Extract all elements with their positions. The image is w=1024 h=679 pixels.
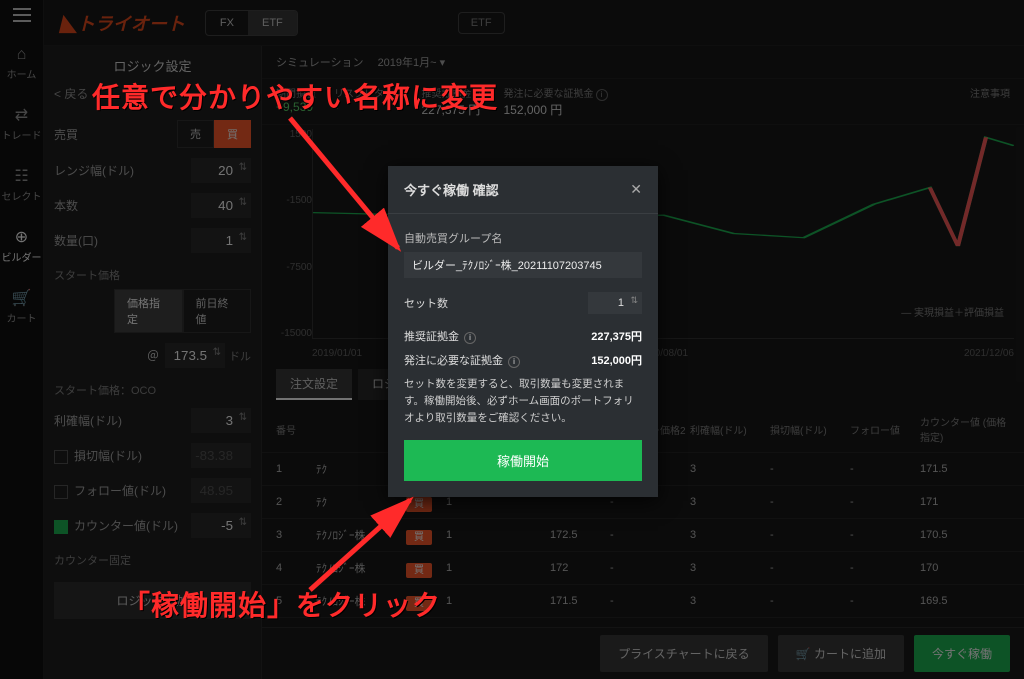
builder-icon: ⊕ bbox=[0, 227, 44, 247]
sl-checkbox[interactable] bbox=[54, 450, 68, 464]
reco-margin-value: 227,375円 bbox=[591, 328, 642, 344]
table-row[interactable]: 3ﾃｸﾉﾛｼﾞｰ株買1172.5-3--170.5 bbox=[262, 519, 1024, 552]
info-icon[interactable]: i bbox=[464, 332, 476, 344]
count-label: 本数 bbox=[54, 197, 78, 214]
panel-title: ロジック設定 bbox=[54, 56, 251, 75]
select-icon: ☷ bbox=[0, 166, 44, 186]
left-icon-bar: ⌂ホーム ⇄トレード ☷セレクト ⊕ビルダー 🛒カート bbox=[0, 0, 44, 679]
chart-legend: — 実現損益＋評価損益 bbox=[901, 304, 1004, 319]
back-link[interactable]: < 戻る bbox=[54, 85, 88, 102]
info-icon[interactable]: i bbox=[596, 89, 608, 101]
modal-note: セット数を変更すると、取引数量も変更されます。稼働開始後、必ずホーム画面のポート… bbox=[404, 376, 642, 426]
price-mode-prev[interactable]: 前日終値 bbox=[183, 289, 252, 333]
modal-title: 今すぐ稼働 確認 bbox=[404, 180, 499, 199]
follow-input[interactable] bbox=[191, 478, 251, 503]
follow-checkbox[interactable] bbox=[54, 485, 68, 499]
unit-label: ドル bbox=[229, 348, 251, 364]
top-bar: ◣トライオート FX ETF ETF bbox=[44, 0, 1024, 46]
sim-tab[interactable]: シミュレーション bbox=[276, 54, 364, 70]
nav-select[interactable]: ☷セレクト bbox=[0, 156, 44, 213]
table-row[interactable]: 5ﾃｸﾉﾛｼﾞｰ株買1171.5-3--169.5 bbox=[262, 585, 1024, 618]
counter-input[interactable] bbox=[191, 513, 251, 538]
tab-etf[interactable]: ETF bbox=[248, 11, 297, 35]
add-logic-button[interactable]: ロジック追加 bbox=[54, 582, 251, 619]
close-icon[interactable]: ✕ bbox=[630, 181, 642, 198]
table-row[interactable]: 4ﾃｸﾉﾛｼﾞｰ株買1172-3--170 bbox=[262, 552, 1024, 585]
price-mode-set[interactable]: 価格指定 bbox=[114, 289, 183, 333]
back-to-chart-button[interactable]: プライスチャートに戻る bbox=[600, 635, 768, 672]
price-input[interactable] bbox=[165, 343, 225, 368]
brand-logo: ◣トライオート bbox=[60, 10, 185, 36]
follow-check-label: フォロー値(ドル) bbox=[54, 482, 166, 499]
tp-input[interactable] bbox=[191, 408, 251, 433]
run-now-confirm-modal: 今すぐ稼働 確認 ✕ 自動売買グループ名 セット数 1⇅ 推奨証拠金 i 227… bbox=[388, 166, 658, 497]
set-count-input[interactable]: 1⇅ bbox=[588, 292, 642, 314]
etf-pill[interactable]: ETF bbox=[458, 12, 505, 34]
sl-check-label: 損切幅(ドル) bbox=[54, 447, 142, 464]
counter-check-label: カウンター値(ドル) bbox=[54, 517, 178, 534]
sell-button[interactable]: 売 bbox=[177, 120, 214, 148]
nav-trade[interactable]: ⇄トレード bbox=[0, 95, 44, 152]
count-input[interactable] bbox=[191, 193, 251, 218]
counter-checkbox[interactable] bbox=[54, 520, 68, 534]
home-icon: ⌂ bbox=[0, 46, 44, 64]
menu-icon[interactable] bbox=[13, 8, 31, 22]
tp-label: 利確幅(ドル) bbox=[54, 412, 122, 429]
logic-settings-panel: ロジック設定 < 戻る 売買 売 買 レンジ幅(ドル) 本数 数量(口) スター… bbox=[44, 46, 262, 679]
nav-builder[interactable]: ⊕ビルダー bbox=[0, 217, 44, 274]
range-input[interactable] bbox=[191, 158, 251, 183]
sell-buy-label: 売買 bbox=[54, 126, 78, 143]
start-price-oco-label: スタート価格：OCO bbox=[54, 382, 251, 398]
start-price-label: スタート価格 bbox=[54, 267, 251, 283]
add-to-cart-button[interactable]: カートに追加 bbox=[778, 635, 904, 672]
cart-icon: 🛒 bbox=[0, 288, 44, 308]
group-name-label: 自動売買グループ名 bbox=[404, 230, 642, 246]
at-symbol: ＠ bbox=[147, 347, 159, 364]
info-icon[interactable]: i bbox=[474, 89, 486, 101]
caution-link[interactable]: 注意事項 bbox=[970, 85, 1010, 100]
counter-fix-label: カウンター固定 bbox=[54, 552, 251, 568]
req-margin-value: 152,000円 bbox=[591, 352, 642, 368]
range-label: レンジ幅(ドル) bbox=[54, 162, 134, 179]
nav-cart[interactable]: 🛒カート bbox=[0, 278, 44, 335]
tab-order-settings[interactable]: 注文設定 bbox=[276, 369, 352, 400]
stats-row: 期間損益+9,539 リスクリターン- 推奨証拠金i227,375 円 発注に必… bbox=[262, 79, 1024, 125]
bottom-bar: プライスチャートに戻る カートに追加 今すぐ稼働 bbox=[262, 627, 1024, 679]
start-operation-button[interactable]: 稼働開始 bbox=[404, 440, 642, 481]
y-axis: 1500 -1500 -7500 -15000 bbox=[272, 129, 312, 339]
period-select[interactable]: 2019年1月~ ▾ bbox=[378, 54, 446, 70]
group-name-input[interactable] bbox=[404, 252, 642, 278]
qty-label: 数量(口) bbox=[54, 232, 98, 249]
tab-fx[interactable]: FX bbox=[206, 11, 248, 35]
trade-icon: ⇄ bbox=[0, 105, 44, 125]
info-icon[interactable]: i bbox=[508, 356, 520, 368]
set-count-label: セット数 bbox=[404, 295, 448, 311]
sl-input[interactable] bbox=[191, 443, 251, 468]
run-now-button[interactable]: 今すぐ稼働 bbox=[914, 635, 1010, 672]
buy-button[interactable]: 買 bbox=[214, 120, 251, 148]
qty-input[interactable] bbox=[191, 228, 251, 253]
product-tabs: FX ETF bbox=[205, 10, 298, 36]
nav-home[interactable]: ⌂ホーム bbox=[0, 36, 44, 91]
